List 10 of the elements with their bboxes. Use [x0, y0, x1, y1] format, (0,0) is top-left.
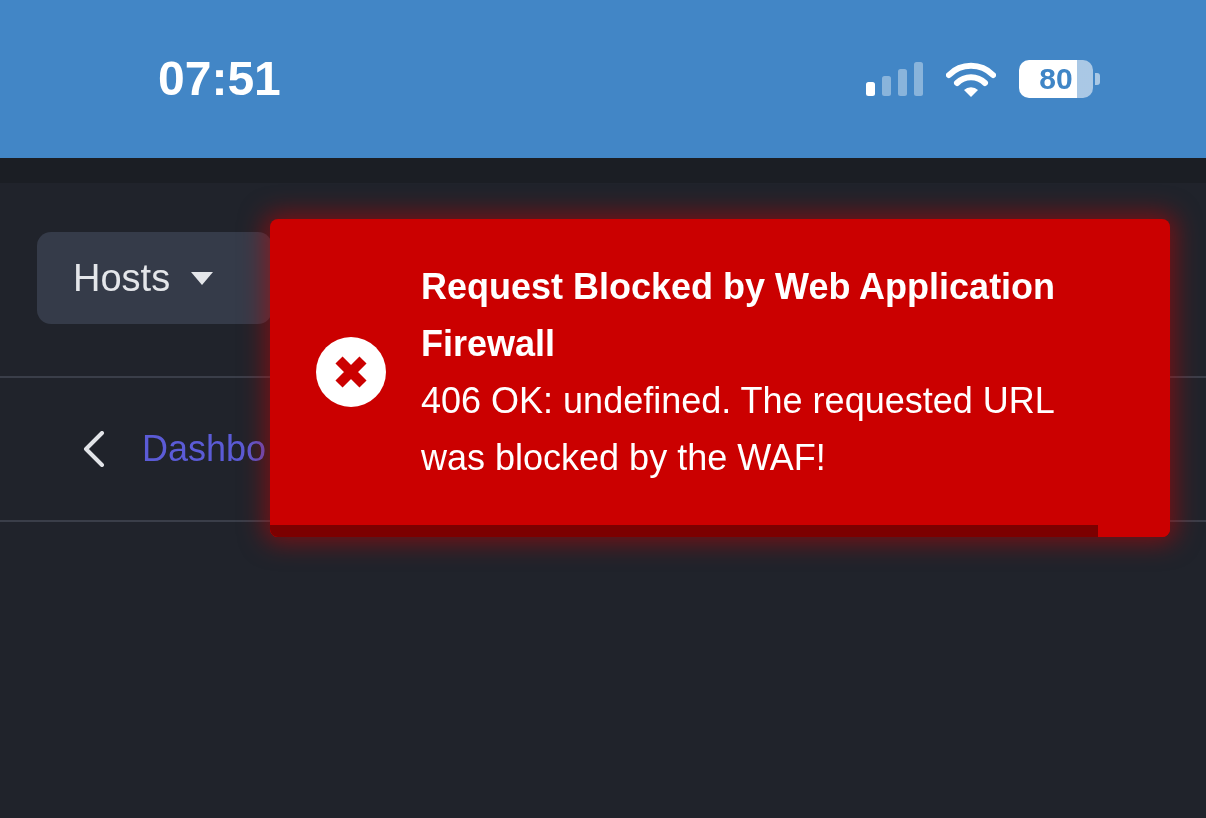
status-time: 07:51	[158, 55, 281, 103]
error-icon	[316, 337, 386, 407]
notification-message: 406 OK: undefined. The requested URL was blocked by the WAF!	[421, 379, 1055, 480]
chevron-left-icon[interactable]	[83, 431, 105, 467]
hosts-dropdown[interactable]: Hosts	[37, 232, 273, 324]
notification-title: Request Blocked by Web Application Firewall	[421, 265, 1057, 366]
battery-indicator: 80	[1019, 60, 1100, 98]
wifi-icon	[946, 61, 996, 97]
caret-icon	[191, 271, 214, 285]
signal-icon	[866, 62, 923, 96]
